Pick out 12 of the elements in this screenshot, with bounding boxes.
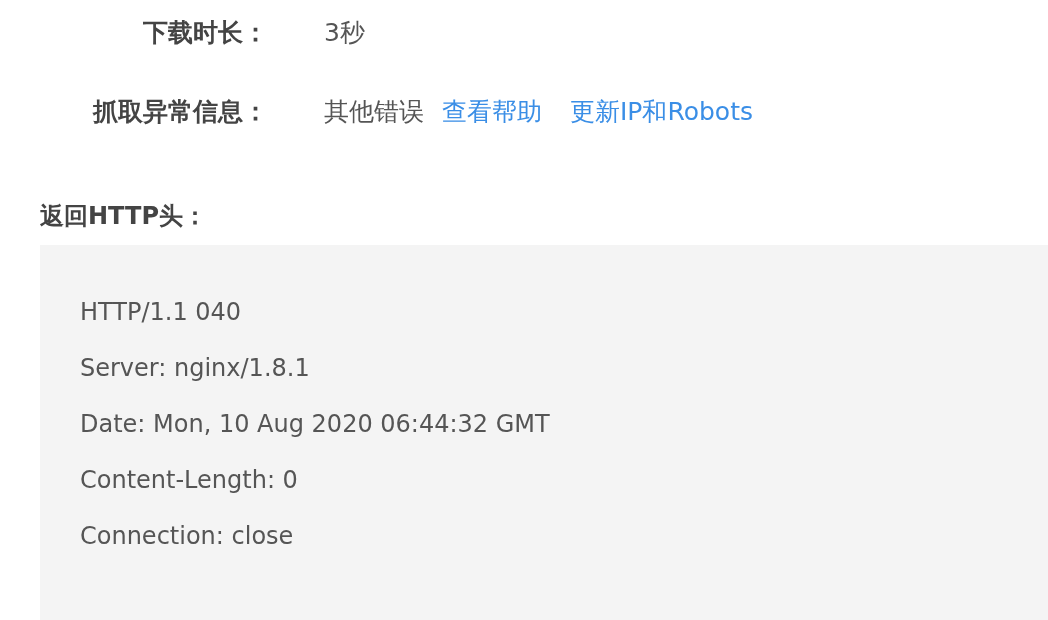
section-title: 返回HTTP头：: [40, 201, 208, 232]
field-label: 抓取异常信息：: [91, 95, 268, 128]
header-line: Connection: close: [80, 521, 294, 552]
header-line: Date: Mon, 10 Aug 2020 06:44:32 GMT: [80, 409, 550, 440]
header-line: Content-Length: 0: [80, 465, 298, 496]
help-link[interactable]: 更新IP和Robots: [570, 94, 753, 128]
field-label: 下载时长：: [142, 16, 268, 49]
header-line: Server: nginx/1.8.1: [80, 353, 310, 384]
field-value: 其他错误: [324, 95, 424, 128]
field-value: 3秒: [324, 16, 365, 49]
help-link[interactable]: 查看帮助: [442, 94, 542, 128]
header-line: HTTP/1.1 040: [80, 297, 242, 328]
